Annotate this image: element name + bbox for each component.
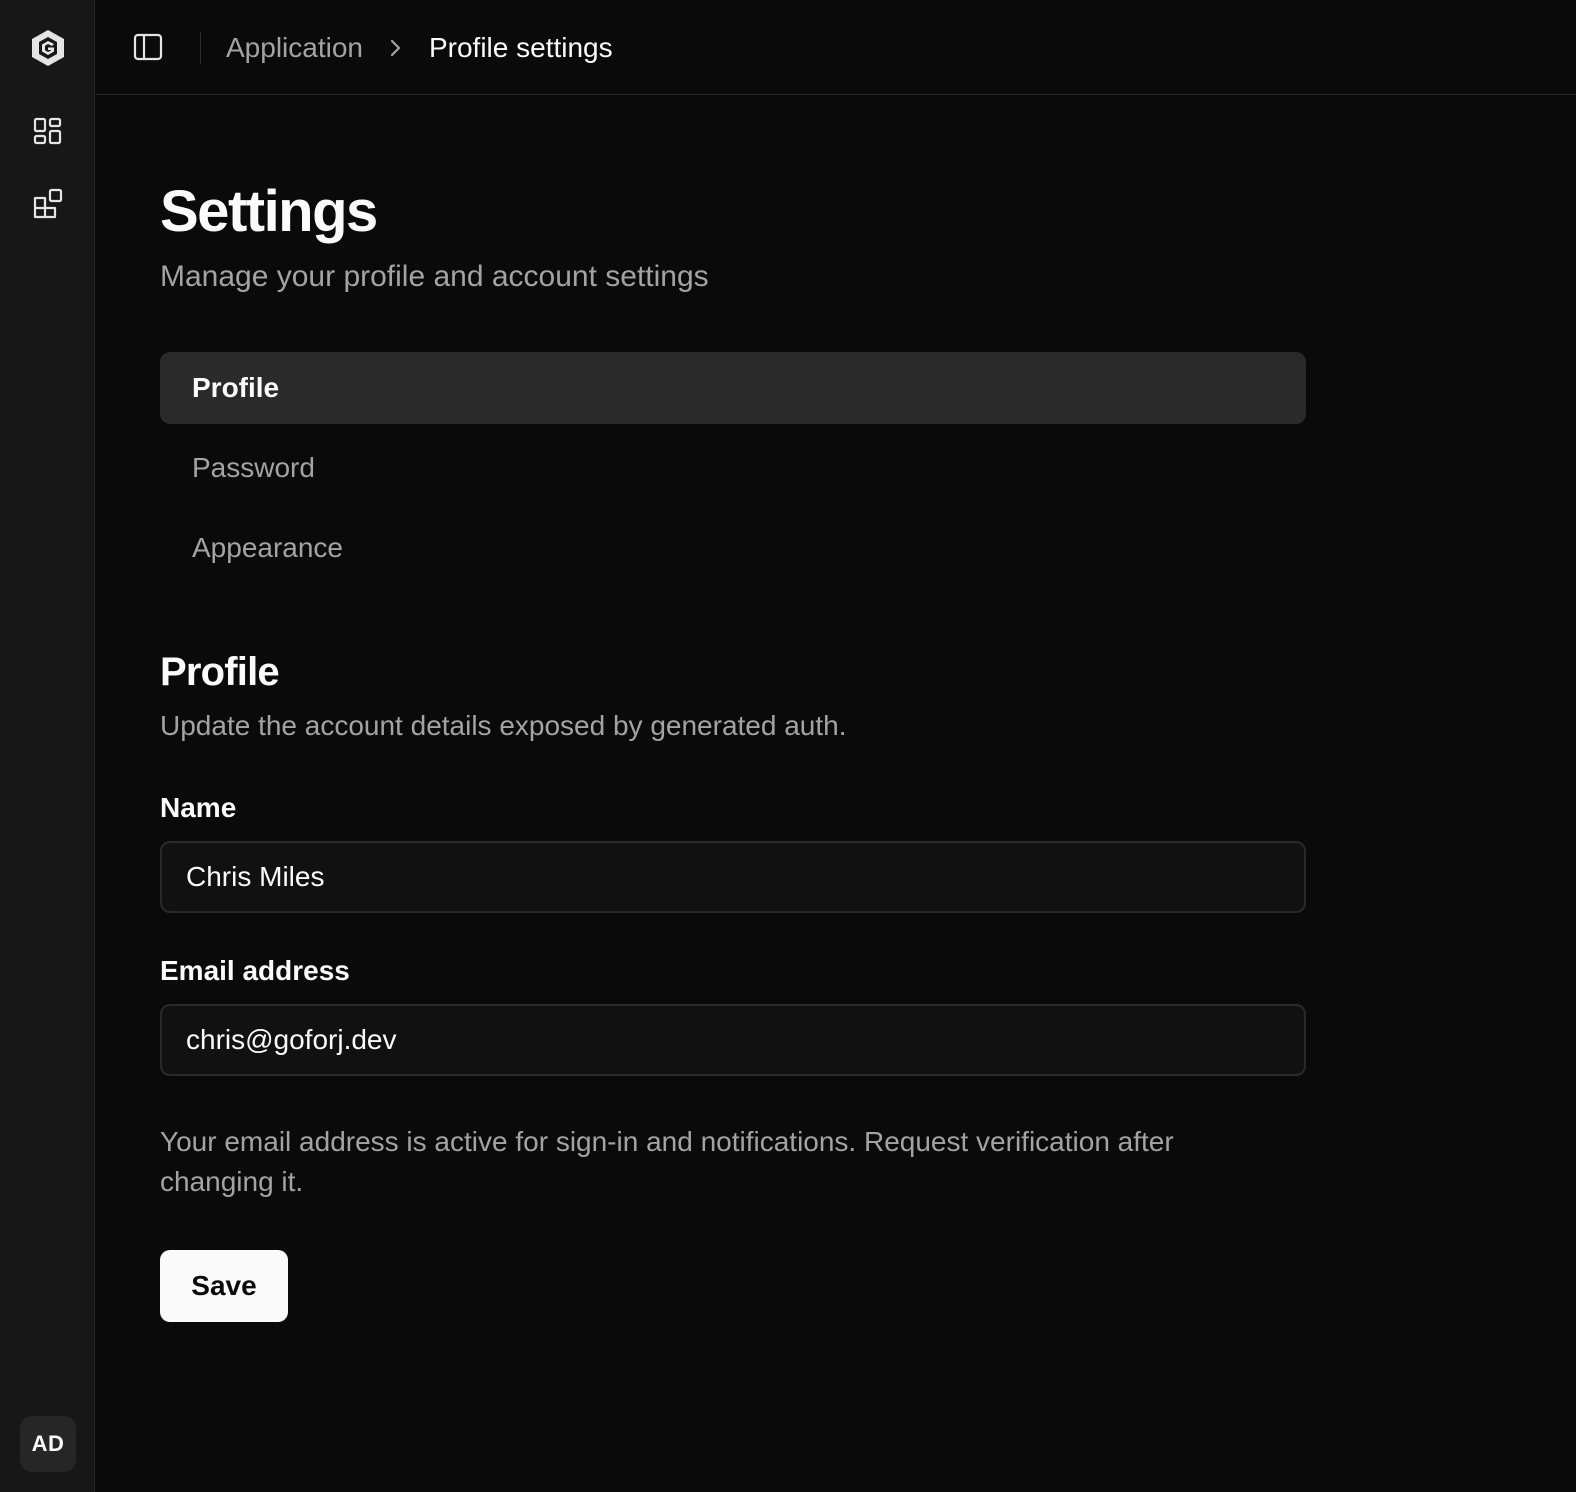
divider [200, 32, 201, 64]
name-field[interactable] [160, 841, 1306, 913]
email-label: Email address [160, 955, 350, 986]
breadcrumb-current: Profile settings [428, 32, 613, 63]
dashboard-icon[interactable] [24, 108, 72, 156]
apps-icon[interactable] [24, 180, 72, 228]
section-description: Update the account details exposed by ge… [160, 710, 847, 741]
breadcrumb-parent-link[interactable]: Application [226, 32, 363, 64]
chevron-right-icon [389, 38, 403, 58]
page-subtitle: Manage your profile and account settings [160, 260, 709, 293]
settings-nav: Profile Password Appearance [160, 352, 1306, 584]
logo-icon[interactable] [24, 24, 72, 72]
settings-nav-item-appearance[interactable]: Appearance [160, 512, 1306, 584]
sidebar-toggle-icon[interactable] [132, 31, 164, 63]
app-window: AD Application Profile settings Settings… [0, 0, 1576, 1492]
avatar[interactable]: AD [20, 1416, 76, 1472]
section-title: Profile [160, 650, 280, 694]
email-field[interactable] [160, 1004, 1306, 1076]
save-button[interactable]: Save [160, 1250, 288, 1322]
email-helper-text: Your email address is active for sign-in… [160, 1126, 1174, 1197]
icon-rail: AD [0, 0, 95, 1492]
page-title: Settings [160, 179, 378, 244]
settings-nav-item-profile[interactable]: Profile [160, 352, 1306, 424]
top-bar: Application Profile settings [96, 0, 1576, 95]
name-label: Name [160, 792, 237, 823]
breadcrumb: Application Profile settings [226, 28, 613, 68]
settings-nav-item-password[interactable]: Password [160, 432, 1306, 504]
